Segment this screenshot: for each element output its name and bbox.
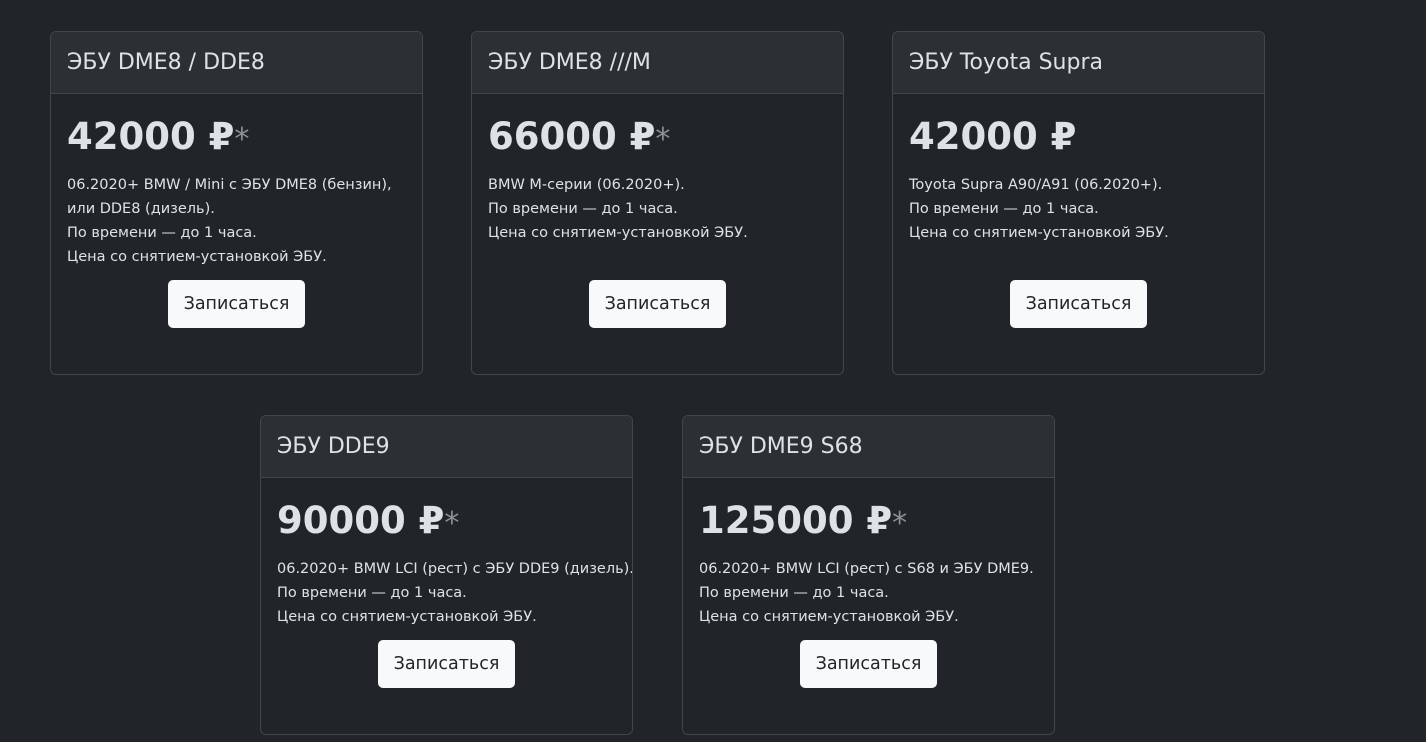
book-button[interactable]: Записаться — [799, 640, 938, 688]
card-description: 06.2020+ BMW LCI (рест) с ЭБУ DDE9 (дизе… — [277, 557, 633, 640]
book-button[interactable]: Записаться — [588, 280, 727, 328]
card-title: ЭБУ DDE9 — [261, 416, 632, 478]
card-description: Toyota Supra A90/A91 (06.2020+). По врем… — [909, 173, 1248, 280]
price: 42000 ₽ — [909, 115, 1248, 173]
description-line: По времени — до 1 часа. — [277, 585, 467, 601]
description-line: Цена со снятием-установкой ЭБУ. — [277, 609, 537, 625]
description-line: или DDE8 (дизель). — [67, 201, 215, 217]
card-description: BMW M-серии (06.2020+). По времени — до … — [488, 173, 827, 280]
price-value: 42000 ₽ — [67, 115, 235, 158]
description-line: 06.2020+ BMW LCI (рест) с S68 и ЭБУ DME9… — [699, 561, 1034, 577]
price-value: 66000 ₽ — [488, 115, 656, 158]
card-title: ЭБУ DME8 ///M — [472, 32, 843, 94]
book-button[interactable]: Записаться — [377, 640, 516, 688]
price-footnote-mark: * — [655, 122, 671, 157]
book-button[interactable]: Записаться — [167, 280, 306, 328]
pricing-card-toyota-supra: ЭБУ Toyota Supra 42000 ₽ Toyota Supra A9… — [892, 31, 1265, 375]
pricing-card-dde9: ЭБУ DDE9 90000 ₽* 06.2020+ BMW LCI (рест… — [260, 415, 633, 735]
pricing-card-dme8-dde8: ЭБУ DME8 / DDE8 42000 ₽* 06.2020+ BMW / … — [50, 31, 423, 375]
book-button[interactable]: Записаться — [1009, 280, 1148, 328]
description-line: Цена со снятием-установкой ЭБУ. — [488, 225, 748, 241]
card-title: ЭБУ DME9 S68 — [683, 416, 1054, 478]
price-footnote-mark: * — [444, 506, 460, 541]
description-line: По времени — до 1 часа. — [699, 585, 889, 601]
card-description: 06.2020+ BMW LCI (рест) с S68 и ЭБУ DME9… — [699, 557, 1038, 640]
price: 125000 ₽* — [699, 499, 1038, 557]
card-title: ЭБУ Toyota Supra — [893, 32, 1264, 94]
description-line: По времени — до 1 часа. — [67, 225, 257, 241]
description-line: По времени — до 1 часа. — [909, 201, 1099, 217]
price-value: 42000 ₽ — [909, 115, 1077, 158]
description-line: Цена со снятием-установкой ЭБУ. — [909, 225, 1169, 241]
card-description: 06.2020+ BMW / Mini с ЭБУ DME8 (бензин),… — [67, 173, 406, 280]
price-value: 90000 ₽ — [277, 499, 445, 542]
price: 90000 ₽* — [277, 499, 616, 557]
description-line: Toyota Supra A90/A91 (06.2020+). — [909, 177, 1163, 193]
description-line: BMW M-серии (06.2020+). — [488, 177, 685, 193]
description-line: 06.2020+ BMW LCI (рест) с ЭБУ DDE9 (дизе… — [277, 561, 633, 577]
price: 42000 ₽* — [67, 115, 406, 173]
price-footnote-mark: * — [234, 122, 250, 157]
description-line: Цена со снятием-установкой ЭБУ. — [699, 609, 959, 625]
price-footnote-mark: * — [892, 506, 908, 541]
price-value: 125000 ₽ — [699, 499, 893, 542]
description-line: По времени — до 1 часа. — [488, 201, 678, 217]
pricing-card-dme9-s68: ЭБУ DME9 S68 125000 ₽* 06.2020+ BMW LCI … — [682, 415, 1055, 735]
pricing-card-dme8-m: ЭБУ DME8 ///M 66000 ₽* BMW M-серии (06.2… — [471, 31, 844, 375]
card-title: ЭБУ DME8 / DDE8 — [51, 32, 422, 94]
description-line: 06.2020+ BMW / Mini с ЭБУ DME8 (бензин), — [67, 177, 392, 193]
description-line: Цена со снятием-установкой ЭБУ. — [67, 249, 327, 265]
price: 66000 ₽* — [488, 115, 827, 173]
